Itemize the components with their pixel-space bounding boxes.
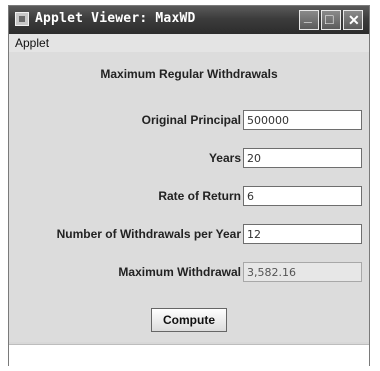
minimize-button[interactable]: _: [299, 8, 319, 30]
original-principal-label: Original Principal: [141, 113, 241, 127]
menu-applet[interactable]: Applet: [15, 36, 49, 50]
withdrawals-per-year-field[interactable]: 12: [243, 224, 362, 244]
close-button[interactable]: ✕: [343, 10, 363, 30]
years-field[interactable]: 20: [243, 148, 362, 168]
maximize-icon: □: [325, 11, 334, 27]
window-title: Applet Viewer: MaxWD: [35, 11, 196, 26]
maximum-withdrawal-label: Maximum Withdrawal: [118, 265, 241, 279]
rate-of-return-field[interactable]: 6: [243, 186, 362, 206]
title-bar[interactable]: Applet Viewer: MaxWD _ □ ✕: [9, 6, 369, 34]
rate-of-return-label: Rate of Return: [158, 189, 241, 203]
applet-content: Maximum Regular Withdrawals Original Pri…: [9, 52, 369, 342]
original-principal-field[interactable]: 500000: [243, 110, 362, 130]
page-title: Maximum Regular Withdrawals: [100, 67, 278, 81]
app-icon: [15, 12, 29, 26]
maximize-button[interactable]: □: [321, 10, 341, 30]
close-icon: ✕: [348, 12, 360, 28]
maximum-withdrawal-field: 3,582.16: [243, 262, 362, 282]
applet-window: Applet Viewer: MaxWD _ □ ✕ Applet Maximu…: [8, 5, 370, 366]
status-bar: [9, 344, 369, 366]
years-label: Years: [208, 151, 241, 165]
minimize-icon: _: [304, 8, 312, 24]
menu-bar: Applet: [9, 34, 369, 52]
compute-button[interactable]: Compute: [151, 308, 227, 332]
withdrawals-per-year-label: Number of Withdrawals per Year: [56, 227, 241, 241]
